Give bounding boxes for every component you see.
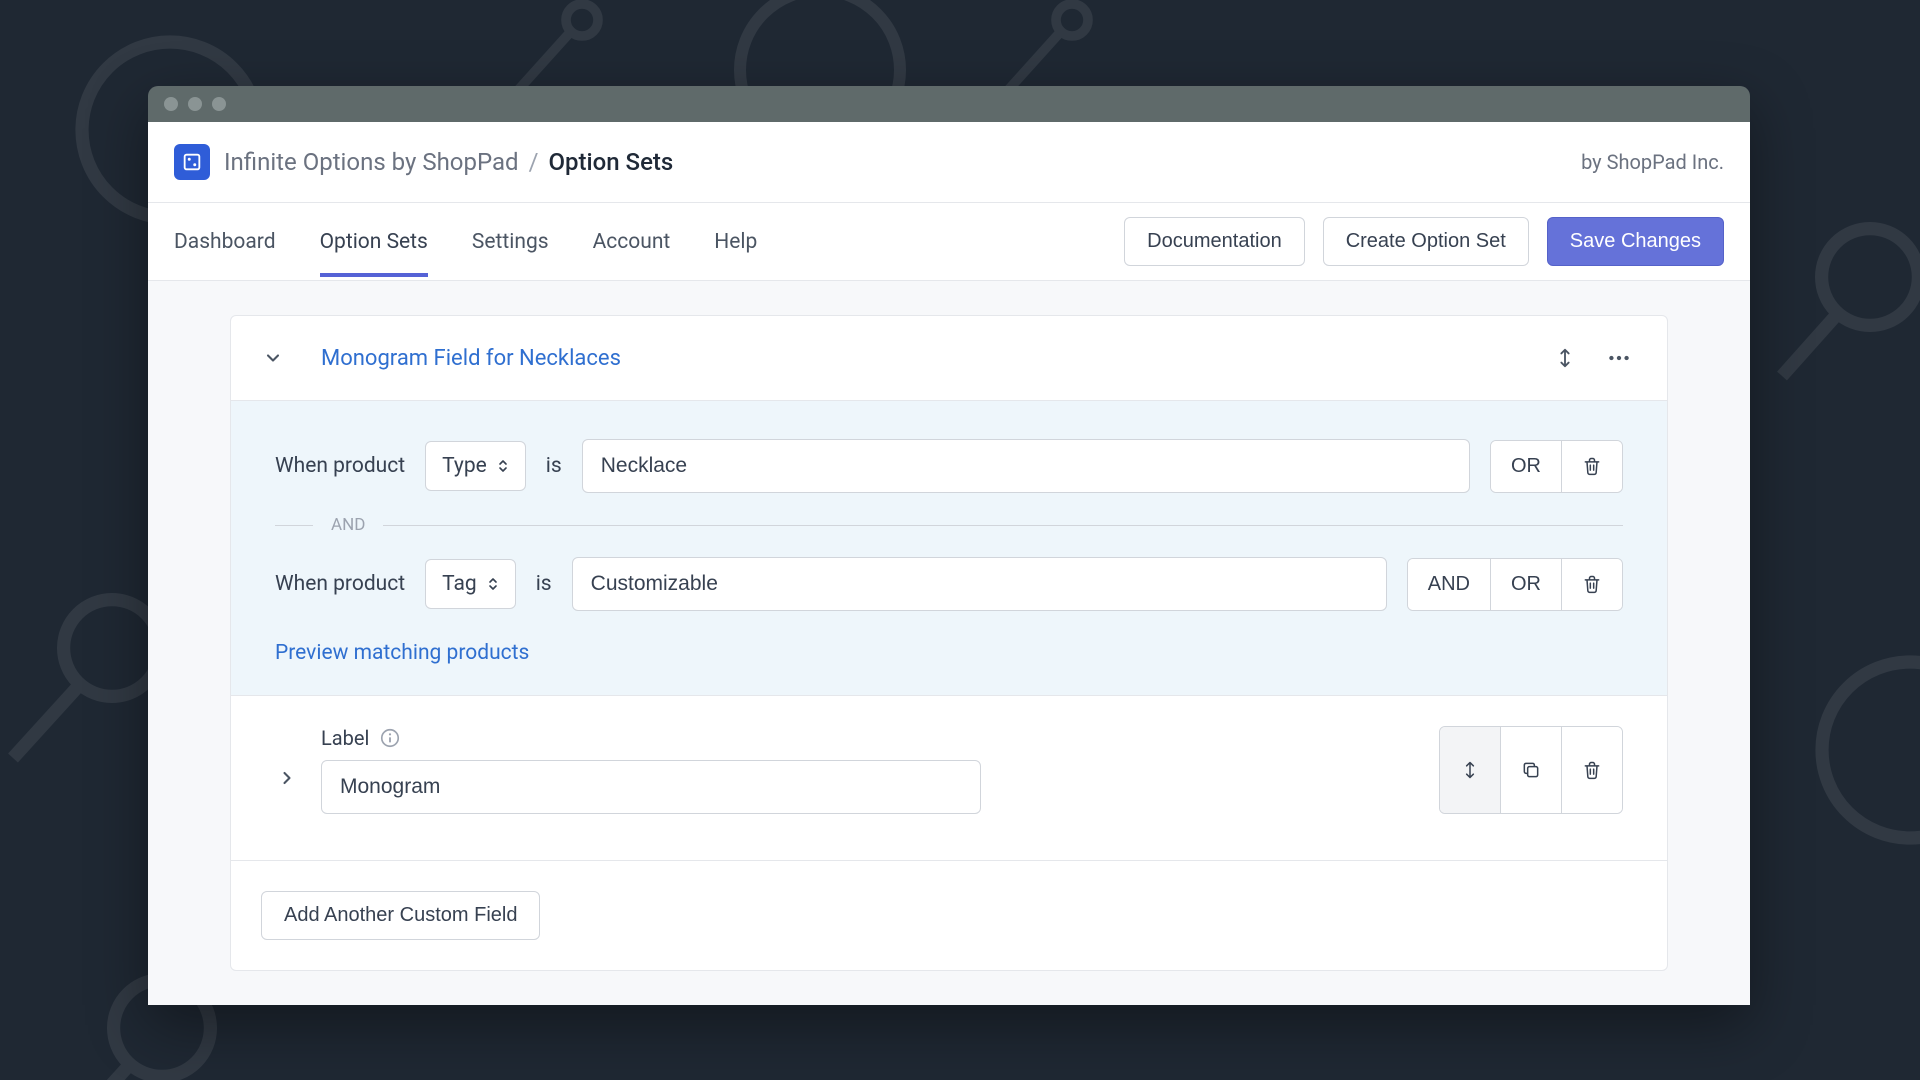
tab-dashboard[interactable]: Dashboard bbox=[174, 208, 276, 276]
delete-rule-button[interactable] bbox=[1562, 441, 1622, 492]
documentation-button[interactable]: Documentation bbox=[1124, 217, 1305, 266]
create-option-set-button[interactable]: Create Option Set bbox=[1323, 217, 1529, 266]
breadcrumb-root[interactable]: Infinite Options by ShopPad bbox=[224, 148, 519, 176]
trash-icon bbox=[1582, 760, 1602, 780]
rule-actions-1: OR bbox=[1490, 440, 1623, 493]
or-button[interactable]: OR bbox=[1491, 559, 1562, 610]
add-custom-field-button[interactable]: Add Another Custom Field bbox=[261, 891, 540, 940]
rule-selector-type[interactable]: Type bbox=[425, 441, 526, 491]
navbar: Dashboard Option Sets Settings Account H… bbox=[148, 203, 1750, 281]
save-changes-button[interactable]: Save Changes bbox=[1547, 217, 1724, 266]
copy-icon bbox=[1521, 760, 1541, 780]
field-panel: Label bbox=[231, 695, 1667, 860]
tab-help[interactable]: Help bbox=[714, 208, 757, 276]
rule-is: is bbox=[536, 572, 552, 596]
collapse-toggle[interactable] bbox=[261, 346, 285, 370]
or-button[interactable]: OR bbox=[1491, 441, 1562, 492]
and-divider: AND bbox=[275, 515, 1623, 535]
rule-selector-value: Tag bbox=[442, 572, 477, 596]
reorder-icon bbox=[1460, 760, 1480, 780]
field-action-group bbox=[1439, 726, 1623, 814]
rule-row-2: When product Tag is AND OR bbox=[275, 557, 1623, 611]
and-label: AND bbox=[331, 515, 365, 535]
delete-field-button[interactable] bbox=[1562, 727, 1622, 813]
nav-tabs: Dashboard Option Sets Settings Account H… bbox=[174, 208, 757, 276]
select-caret-icon bbox=[487, 576, 499, 592]
rules-panel: When product Type is OR bbox=[231, 400, 1667, 695]
field-label-input[interactable] bbox=[321, 760, 981, 814]
window-close-dot[interactable] bbox=[164, 97, 178, 111]
rule-row-1: When product Type is OR bbox=[275, 439, 1623, 493]
app-icon bbox=[174, 144, 210, 180]
option-set-header: Monogram Field for Necklaces bbox=[231, 316, 1667, 400]
preview-matching-link[interactable]: Preview matching products bbox=[275, 641, 529, 665]
app-window: Infinite Options by ShopPad / Option Set… bbox=[148, 86, 1750, 1005]
breadcrumb-separator: / bbox=[529, 148, 539, 176]
info-icon[interactable] bbox=[379, 727, 401, 749]
and-button[interactable]: AND bbox=[1408, 559, 1491, 610]
rule-prefix: When product bbox=[275, 454, 405, 478]
rule-value-input[interactable] bbox=[572, 557, 1387, 611]
vendor-byline: by ShopPad Inc. bbox=[1581, 150, 1724, 174]
delete-rule-button[interactable] bbox=[1562, 559, 1622, 610]
reorder-field-button[interactable] bbox=[1440, 727, 1501, 813]
window-titlebar bbox=[148, 86, 1750, 122]
workspace: Monogram Field for Necklaces When produc… bbox=[148, 281, 1750, 1005]
rule-prefix: When product bbox=[275, 572, 405, 596]
trash-icon bbox=[1582, 456, 1602, 476]
tab-settings[interactable]: Settings bbox=[472, 208, 549, 276]
duplicate-field-button[interactable] bbox=[1501, 727, 1562, 813]
option-set-title[interactable]: Monogram Field for Necklaces bbox=[321, 346, 621, 371]
select-caret-icon bbox=[497, 458, 509, 474]
expand-field-toggle[interactable] bbox=[275, 766, 299, 790]
tab-account[interactable]: Account bbox=[593, 208, 671, 276]
breadcrumb: Infinite Options by ShopPad / Option Set… bbox=[224, 148, 1567, 176]
reorder-icon[interactable] bbox=[1547, 340, 1583, 376]
more-menu-icon[interactable] bbox=[1601, 340, 1637, 376]
rule-value-input[interactable] bbox=[582, 439, 1470, 493]
window-minimize-dot[interactable] bbox=[188, 97, 202, 111]
breadcrumb-leaf: Option Sets bbox=[548, 148, 673, 176]
trash-icon bbox=[1582, 574, 1602, 594]
app-header: Infinite Options by ShopPad / Option Set… bbox=[148, 122, 1750, 203]
rule-is: is bbox=[546, 454, 562, 478]
rule-selector-tag[interactable]: Tag bbox=[425, 559, 516, 609]
window-zoom-dot[interactable] bbox=[212, 97, 226, 111]
add-field-row: Add Another Custom Field bbox=[231, 860, 1667, 970]
field-label-text: Label bbox=[321, 726, 369, 750]
rule-selector-value: Type bbox=[442, 454, 487, 478]
option-set-card: Monogram Field for Necklaces When produc… bbox=[230, 315, 1668, 971]
nav-actions: Documentation Create Option Set Save Cha… bbox=[1124, 203, 1724, 280]
rule-actions-2: AND OR bbox=[1407, 558, 1623, 611]
tab-option-sets[interactable]: Option Sets bbox=[320, 208, 428, 276]
